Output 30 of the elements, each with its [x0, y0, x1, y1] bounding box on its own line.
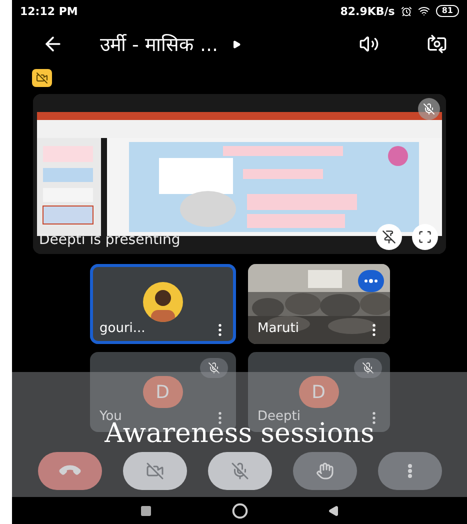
- status-time: 12:12 PM: [20, 4, 78, 18]
- hand-icon: [316, 462, 334, 480]
- participant-tile[interactable]: gouri...: [90, 264, 236, 344]
- back-nav-icon[interactable]: [328, 504, 340, 516]
- avatar: [142, 282, 182, 322]
- avatar-initial: D: [298, 376, 338, 408]
- participant-name: Maruti: [258, 321, 299, 336]
- switch-camera-icon[interactable]: [427, 34, 447, 54]
- end-call-button[interactable]: [38, 452, 102, 490]
- participant-name: gouri...: [100, 321, 146, 336]
- pin-off-icon: [382, 230, 396, 244]
- meeting-title[interactable]: उर्मी - मासिक ...: [100, 31, 218, 57]
- camera-off-icon: [146, 462, 164, 480]
- home-icon[interactable]: [232, 502, 248, 518]
- battery-level: 81: [436, 5, 459, 17]
- mic-off-icon: [423, 103, 435, 115]
- fullscreen-icon: [418, 230, 432, 244]
- raise-hand-button[interactable]: [292, 452, 356, 490]
- avatar-initial: D: [142, 376, 182, 408]
- more-icon: [408, 464, 412, 478]
- triangle-icon[interactable]: [232, 40, 242, 48]
- participant-tile[interactable]: Maruti: [248, 264, 390, 344]
- participant-name: You: [100, 409, 122, 424]
- alarm-icon: [400, 6, 412, 16]
- microphone-button[interactable]: [208, 452, 272, 490]
- camera-button[interactable]: [122, 452, 186, 490]
- recents-icon[interactable]: [140, 504, 152, 516]
- network-speed: 82.9KB/s: [340, 4, 395, 18]
- speaker-icon[interactable]: [359, 34, 379, 54]
- mic-off-icon: [230, 462, 248, 480]
